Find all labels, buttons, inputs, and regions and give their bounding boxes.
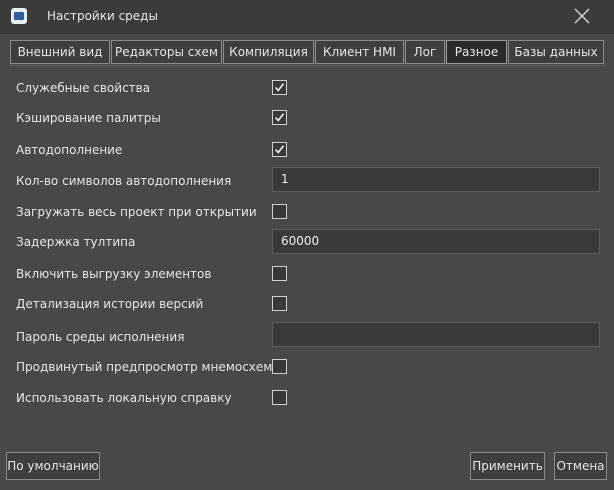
element-unload-checkbox[interactable] bbox=[272, 266, 287, 281]
app-logo-icon bbox=[11, 8, 27, 24]
title-bar: Настройки среды bbox=[0, 0, 614, 34]
setting-label: Кол-во символов автодополнения bbox=[16, 174, 232, 188]
cancel-button[interactable]: Отмена bbox=[554, 452, 607, 480]
load-whole-project-checkbox[interactable] bbox=[272, 204, 287, 219]
local-help-checkbox[interactable] bbox=[272, 390, 287, 405]
setting-label: Включить выгрузку элементов bbox=[16, 267, 212, 281]
checkmark-icon bbox=[274, 83, 285, 92]
autocomplete-chars-input[interactable]: 1 bbox=[272, 167, 600, 192]
tab-schema-editors[interactable]: Редакторы схем bbox=[111, 40, 222, 64]
tab-misc[interactable]: Разное bbox=[446, 40, 507, 64]
tab-hmi-client[interactable]: Клиент HMI bbox=[315, 40, 404, 64]
tab-appearance[interactable]: Внешний вид bbox=[10, 40, 110, 64]
tooltip-delay-input[interactable]: 60000 bbox=[272, 229, 600, 254]
setting-label: Использовать локальную справку bbox=[16, 391, 232, 405]
setting-label: Пароль среды исполнения bbox=[16, 330, 185, 344]
service-properties-checkbox[interactable] bbox=[272, 80, 287, 95]
window-title: Настройки среды bbox=[47, 9, 158, 23]
tab-divider bbox=[9, 65, 605, 66]
close-icon[interactable] bbox=[570, 4, 594, 28]
setting-label: Автодополнение bbox=[16, 143, 123, 157]
setting-label: Кэширование палитры bbox=[16, 111, 161, 125]
tab-compilation[interactable]: Компиляция bbox=[223, 40, 314, 64]
palette-cache-checkbox[interactable] bbox=[272, 110, 287, 125]
runtime-password-input[interactable] bbox=[272, 322, 600, 347]
checkmark-icon bbox=[274, 113, 285, 122]
autocomplete-checkbox[interactable] bbox=[272, 142, 287, 157]
setting-label: Детализация истории версий bbox=[16, 297, 204, 311]
apply-button[interactable]: Применить bbox=[470, 452, 545, 480]
checkmark-icon bbox=[274, 145, 285, 154]
tab-log[interactable]: Лог bbox=[405, 40, 445, 64]
setting-label: Служебные свойства bbox=[16, 81, 151, 95]
setting-label: Задержка тултипа bbox=[16, 235, 136, 249]
setting-label: Продвинутый предпросмотр мнемосхемы bbox=[16, 360, 282, 374]
version-history-detail-checkbox[interactable] bbox=[272, 296, 287, 311]
advanced-preview-checkbox[interactable] bbox=[272, 359, 287, 374]
setting-label: Загружать весь проект при открытии bbox=[16, 205, 257, 219]
tab-databases[interactable]: Базы данных bbox=[508, 40, 604, 64]
defaults-button[interactable]: По умолчанию bbox=[6, 452, 100, 480]
